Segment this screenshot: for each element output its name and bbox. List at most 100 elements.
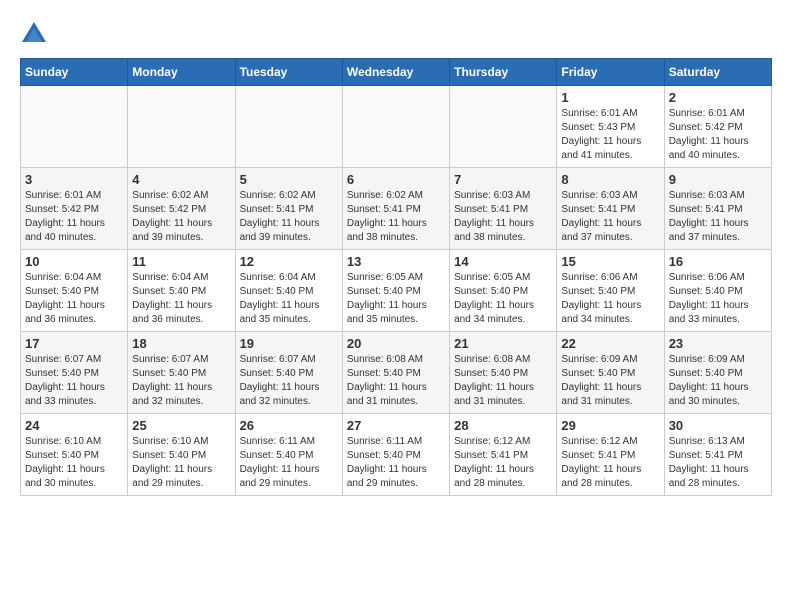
calendar-cell: 15 Sunrise: 6:06 AM Sunset: 5:40 PM Dayli… bbox=[557, 250, 664, 332]
day-info: Sunrise: 6:07 AM Sunset: 5:40 PM Dayligh… bbox=[132, 353, 230, 409]
calendar-cell: 19 Sunrise: 6:07 AM Sunset: 5:40 PM Dayli… bbox=[235, 332, 342, 414]
calendar-cell: 26 Sunrise: 6:11 AM Sunset: 5:40 PM Dayli… bbox=[235, 414, 342, 496]
calendar-cell bbox=[450, 86, 557, 168]
day-info: Sunrise: 6:08 AM Sunset: 5:40 PM Dayligh… bbox=[347, 353, 445, 409]
calendar-cell: 11 Sunrise: 6:04 AM Sunset: 5:40 PM Dayli… bbox=[128, 250, 235, 332]
day-info: Sunrise: 6:04 AM Sunset: 5:40 PM Dayligh… bbox=[132, 271, 230, 327]
calendar-cell: 13 Sunrise: 6:05 AM Sunset: 5:40 PM Dayli… bbox=[342, 250, 449, 332]
day-number: 22 bbox=[561, 336, 659, 351]
calendar-cell: 7 Sunrise: 6:03 AM Sunset: 5:41 PM Daylig… bbox=[450, 168, 557, 250]
day-info: Sunrise: 6:02 AM Sunset: 5:41 PM Dayligh… bbox=[240, 189, 338, 245]
calendar-cell bbox=[235, 86, 342, 168]
header bbox=[20, 20, 772, 48]
calendar-cell: 23 Sunrise: 6:09 AM Sunset: 5:40 PM Dayli… bbox=[664, 332, 771, 414]
day-number: 18 bbox=[132, 336, 230, 351]
calendar-cell: 5 Sunrise: 6:02 AM Sunset: 5:41 PM Daylig… bbox=[235, 168, 342, 250]
calendar-week-row: 10 Sunrise: 6:04 AM Sunset: 5:40 PM Dayli… bbox=[21, 250, 772, 332]
day-number: 11 bbox=[132, 254, 230, 269]
calendar-cell: 6 Sunrise: 6:02 AM Sunset: 5:41 PM Daylig… bbox=[342, 168, 449, 250]
day-number: 30 bbox=[669, 418, 767, 433]
weekday-header: Monday bbox=[128, 59, 235, 86]
calendar-cell: 2 Sunrise: 6:01 AM Sunset: 5:42 PM Daylig… bbox=[664, 86, 771, 168]
day-number: 23 bbox=[669, 336, 767, 351]
calendar-cell bbox=[128, 86, 235, 168]
day-info: Sunrise: 6:06 AM Sunset: 5:40 PM Dayligh… bbox=[561, 271, 659, 327]
calendar-cell: 1 Sunrise: 6:01 AM Sunset: 5:43 PM Daylig… bbox=[557, 86, 664, 168]
day-number: 14 bbox=[454, 254, 552, 269]
day-info: Sunrise: 6:01 AM Sunset: 5:42 PM Dayligh… bbox=[25, 189, 123, 245]
day-number: 12 bbox=[240, 254, 338, 269]
calendar-cell: 9 Sunrise: 6:03 AM Sunset: 5:41 PM Daylig… bbox=[664, 168, 771, 250]
calendar-cell bbox=[21, 86, 128, 168]
calendar-cell: 12 Sunrise: 6:04 AM Sunset: 5:40 PM Dayli… bbox=[235, 250, 342, 332]
calendar-cell bbox=[342, 86, 449, 168]
day-number: 15 bbox=[561, 254, 659, 269]
day-info: Sunrise: 6:04 AM Sunset: 5:40 PM Dayligh… bbox=[240, 271, 338, 327]
calendar-cell: 24 Sunrise: 6:10 AM Sunset: 5:40 PM Dayli… bbox=[21, 414, 128, 496]
day-info: Sunrise: 6:10 AM Sunset: 5:40 PM Dayligh… bbox=[25, 435, 123, 491]
day-info: Sunrise: 6:03 AM Sunset: 5:41 PM Dayligh… bbox=[669, 189, 767, 245]
calendar-week-row: 24 Sunrise: 6:10 AM Sunset: 5:40 PM Dayli… bbox=[21, 414, 772, 496]
day-number: 27 bbox=[347, 418, 445, 433]
day-number: 4 bbox=[132, 172, 230, 187]
day-number: 26 bbox=[240, 418, 338, 433]
calendar-header: SundayMondayTuesdayWednesdayThursdayFrid… bbox=[21, 59, 772, 86]
calendar-cell: 29 Sunrise: 6:12 AM Sunset: 5:41 PM Dayli… bbox=[557, 414, 664, 496]
day-info: Sunrise: 6:01 AM Sunset: 5:42 PM Dayligh… bbox=[669, 107, 767, 163]
day-number: 19 bbox=[240, 336, 338, 351]
calendar-cell: 4 Sunrise: 6:02 AM Sunset: 5:42 PM Daylig… bbox=[128, 168, 235, 250]
calendar-cell: 28Sunrise: 6:12 AM Sunset: 5:41 PM Dayli… bbox=[450, 414, 557, 496]
day-info: Sunrise: 6:02 AM Sunset: 5:42 PM Dayligh… bbox=[132, 189, 230, 245]
weekday-header: Thursday bbox=[450, 59, 557, 86]
weekday-header: Wednesday bbox=[342, 59, 449, 86]
day-number: 16 bbox=[669, 254, 767, 269]
calendar-cell: 10 Sunrise: 6:04 AM Sunset: 5:40 PM Dayli… bbox=[21, 250, 128, 332]
day-number: 2 bbox=[669, 90, 767, 105]
day-info: Sunrise: 6:05 AM Sunset: 5:40 PM Dayligh… bbox=[347, 271, 445, 327]
day-number: 29 bbox=[561, 418, 659, 433]
day-info: Sunrise: 6:08 AM Sunset: 5:40 PM Dayligh… bbox=[454, 353, 552, 409]
day-number: 6 bbox=[347, 172, 445, 187]
calendar-cell: 17 Sunrise: 6:07 AM Sunset: 5:40 PM Dayli… bbox=[21, 332, 128, 414]
day-number: 21 bbox=[454, 336, 552, 351]
day-number: 7 bbox=[454, 172, 552, 187]
day-info: Sunrise: 6:03 AM Sunset: 5:41 PM Dayligh… bbox=[561, 189, 659, 245]
calendar-week-row: 3Sunrise: 6:01 AM Sunset: 5:42 PM Daylig… bbox=[21, 168, 772, 250]
day-info: Sunrise: 6:11 AM Sunset: 5:40 PM Dayligh… bbox=[347, 435, 445, 491]
day-info: Sunrise: 6:07 AM Sunset: 5:40 PM Dayligh… bbox=[240, 353, 338, 409]
calendar-cell: 3Sunrise: 6:01 AM Sunset: 5:42 PM Daylig… bbox=[21, 168, 128, 250]
calendar-week-row: 1 Sunrise: 6:01 AM Sunset: 5:43 PM Daylig… bbox=[21, 86, 772, 168]
calendar-cell: 16 Sunrise: 6:06 AM Sunset: 5:40 PM Dayli… bbox=[664, 250, 771, 332]
weekday-header: Tuesday bbox=[235, 59, 342, 86]
calendar-cell: 27 Sunrise: 6:11 AM Sunset: 5:40 PM Dayli… bbox=[342, 414, 449, 496]
day-info: Sunrise: 6:02 AM Sunset: 5:41 PM Dayligh… bbox=[347, 189, 445, 245]
day-info: Sunrise: 6:04 AM Sunset: 5:40 PM Dayligh… bbox=[25, 271, 123, 327]
day-number: 8 bbox=[561, 172, 659, 187]
day-info: Sunrise: 6:09 AM Sunset: 5:40 PM Dayligh… bbox=[669, 353, 767, 409]
day-info: Sunrise: 6:07 AM Sunset: 5:40 PM Dayligh… bbox=[25, 353, 123, 409]
day-number: 10 bbox=[25, 254, 123, 269]
calendar-cell: 30Sunrise: 6:13 AM Sunset: 5:41 PM Dayli… bbox=[664, 414, 771, 496]
day-info: Sunrise: 6:09 AM Sunset: 5:40 PM Dayligh… bbox=[561, 353, 659, 409]
calendar-cell: 18 Sunrise: 6:07 AM Sunset: 5:40 PM Dayli… bbox=[128, 332, 235, 414]
day-number: 9 bbox=[669, 172, 767, 187]
day-info: Sunrise: 6:06 AM Sunset: 5:40 PM Dayligh… bbox=[669, 271, 767, 327]
day-number: 1 bbox=[561, 90, 659, 105]
weekday-header: Friday bbox=[557, 59, 664, 86]
calendar-week-row: 17 Sunrise: 6:07 AM Sunset: 5:40 PM Dayli… bbox=[21, 332, 772, 414]
day-number: 17 bbox=[25, 336, 123, 351]
day-number: 5 bbox=[240, 172, 338, 187]
day-number: 24 bbox=[25, 418, 123, 433]
calendar-cell: 14Sunrise: 6:05 AM Sunset: 5:40 PM Dayli… bbox=[450, 250, 557, 332]
weekday-header: Saturday bbox=[664, 59, 771, 86]
day-info: Sunrise: 6:01 AM Sunset: 5:43 PM Dayligh… bbox=[561, 107, 659, 163]
day-info: Sunrise: 6:12 AM Sunset: 5:41 PM Dayligh… bbox=[561, 435, 659, 491]
day-number: 13 bbox=[347, 254, 445, 269]
calendar-cell: 21 Sunrise: 6:08 AM Sunset: 5:40 PM Dayli… bbox=[450, 332, 557, 414]
day-info: Sunrise: 6:03 AM Sunset: 5:41 PM Dayligh… bbox=[454, 189, 552, 245]
day-info: Sunrise: 6:11 AM Sunset: 5:40 PM Dayligh… bbox=[240, 435, 338, 491]
logo bbox=[20, 20, 52, 48]
day-number: 20 bbox=[347, 336, 445, 351]
day-info: Sunrise: 6:12 AM Sunset: 5:41 PM Dayligh… bbox=[454, 435, 552, 491]
calendar-cell: 20 Sunrise: 6:08 AM Sunset: 5:40 PM Dayli… bbox=[342, 332, 449, 414]
